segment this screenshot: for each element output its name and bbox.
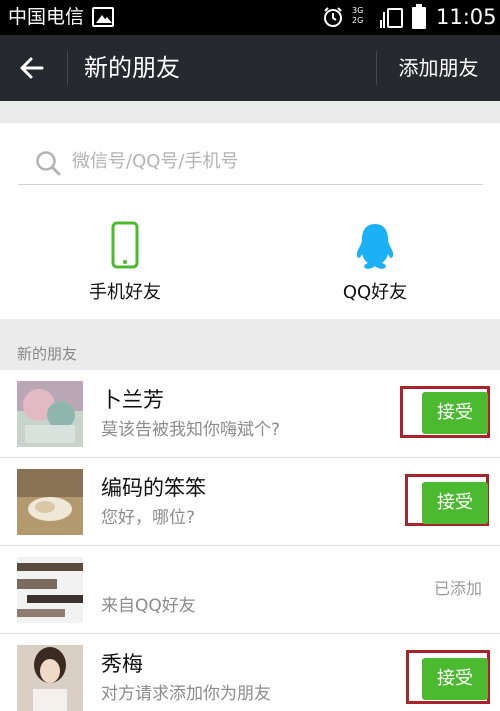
request-message: 对方请求添加你为朋友 [101,684,271,704]
page-title: 新的朋友 [84,54,180,82]
avatar [17,469,83,535]
list-item[interactable]: 秀梅 对方请求添加你为朋友 接受 [0,634,500,711]
sim-card-icon [387,8,403,28]
back-arrow-icon[interactable] [18,54,46,82]
phone-icon [111,221,139,269]
network-3g-label: 3G [352,6,364,15]
list-item[interactable]: 编码的笨笨 您好，哪位? 接受 [0,458,500,546]
status-bar: 中国电信 3G 2G 11:05 [0,0,500,35]
search-placeholder: 微信号/QQ号/手机号 [72,151,239,172]
search-icon [36,151,61,176]
clock: 11:05 [436,5,497,29]
phone-contacts-button[interactable]: 手机好友 [25,221,225,315]
add-friend-panel: 微信号/QQ号/手机号 手机好友 QQ好友 [0,123,500,319]
added-status: 已添加 [434,579,483,598]
contact-name: 卜兰芳 [101,388,164,412]
friend-request-list: 卜兰芳 莫该告被我知你嗨斌个? 接受 编码的笨笨 您好，哪位? 接受 来自QQ好… [0,370,500,711]
qq-penguin-icon [356,224,394,269]
search-input[interactable]: 微信号/QQ号/手机号 [18,141,483,185]
network-type-indicator: 3G 2G [352,6,380,28]
phone-contacts-label: 手机好友 [89,282,161,303]
contact-name: 秀梅 [101,652,143,676]
carrier-name: 中国电信 [8,6,85,28]
avatar [17,557,83,623]
signal-icon [380,12,385,28]
add-friend-button[interactable]: 添加朋友 [377,35,500,101]
list-item[interactable]: 卜兰芳 莫该告被我知你嗨斌个? 接受 [0,370,500,458]
qq-contacts-label: QQ好友 [342,282,408,303]
battery-icon [412,4,426,29]
avatar [17,381,83,447]
network-2g-label: 2G [352,16,364,25]
accept-button[interactable]: 接受 [422,482,488,524]
contact-name: 编码的笨笨 [101,476,206,500]
avatar [17,645,83,711]
qq-contacts-button[interactable]: QQ好友 [275,221,475,315]
accept-button[interactable]: 接受 [422,392,488,434]
alarm-icon [324,7,342,27]
request-message: 来自QQ好友 [101,596,196,616]
accept-button[interactable]: 接受 [422,658,488,700]
image-notification-icon [92,7,114,27]
request-message: 莫该告被我知你嗨斌个? [101,420,281,440]
title-divider [67,51,68,85]
request-message: 您好，哪位? [101,508,196,528]
section-title: 新的朋友 [17,345,78,363]
list-item[interactable]: 来自QQ好友 已添加 [0,546,500,634]
title-bar: 新的朋友 添加朋友 [0,35,500,101]
